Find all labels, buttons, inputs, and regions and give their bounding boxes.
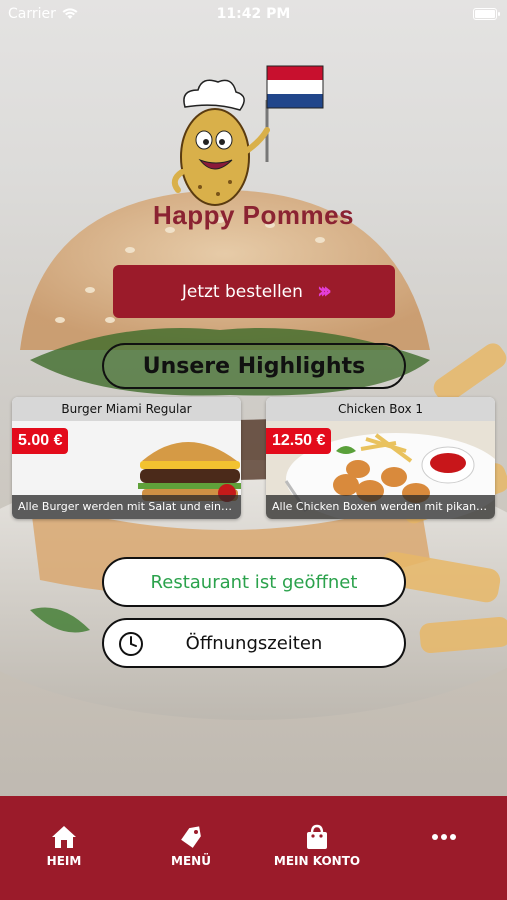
price-badge: 12.50 € — [266, 428, 332, 454]
tab-my-account[interactable]: MEIN KONTO — [262, 824, 372, 868]
card-title: Burger Miami Regular — [12, 397, 241, 421]
more-icon — [432, 834, 456, 840]
tab-menu-label: MENÜ — [171, 854, 211, 868]
home-icon — [52, 826, 76, 848]
tab-menu[interactable]: MENÜ — [136, 824, 246, 868]
card-description: Alle Chicken Boxen werden mit pikanter..… — [266, 495, 495, 519]
tag-icon — [181, 826, 201, 848]
card-description: Alle Burger werden mit Salat und einer .… — [12, 495, 241, 519]
opening-hours-button[interactable]: Öffnungszeiten — [102, 618, 406, 668]
tab-home[interactable]: HEIM — [9, 824, 119, 868]
tab-my-account-label: MEIN KONTO — [273, 854, 361, 868]
price-badge: 5.00 € — [12, 428, 69, 454]
card-title: Chicken Box 1 — [266, 397, 495, 421]
clock-icon — [119, 632, 143, 656]
restaurant-open-status: Restaurant ist geöffnet — [102, 557, 406, 607]
shopping-bag-icon — [307, 824, 327, 849]
battery-icon — [473, 8, 500, 20]
highlights-heading: Unsere Highlights — [102, 343, 406, 389]
tab-home-label: HEIM — [46, 854, 82, 868]
highlight-card-burger[interactable]: Burger Miami Regular 5.00 € Alle Burger … — [12, 397, 241, 519]
order-now-button[interactable]: Jetzt bestellen ››› — [113, 265, 395, 318]
order-now-label: Jetzt bestellen — [181, 281, 303, 302]
highlight-card-chicken[interactable]: Chicken Box 1 12.50 € Alle Chicken Boxen… — [266, 397, 495, 519]
opening-hours-label: Öffnungszeiten — [185, 632, 323, 654]
double-chevron-right-icon: ››› — [316, 279, 332, 304]
bottom-tab-bar: HEIM MENÜ MEIN KONTO — [0, 796, 507, 900]
status-bar: Carrier 11:42 PM — [0, 0, 507, 28]
tab-more[interactable] — [389, 824, 499, 854]
brand-name: Happy Pommes — [152, 200, 355, 230]
clock-time: 11:42 PM — [216, 6, 291, 22]
